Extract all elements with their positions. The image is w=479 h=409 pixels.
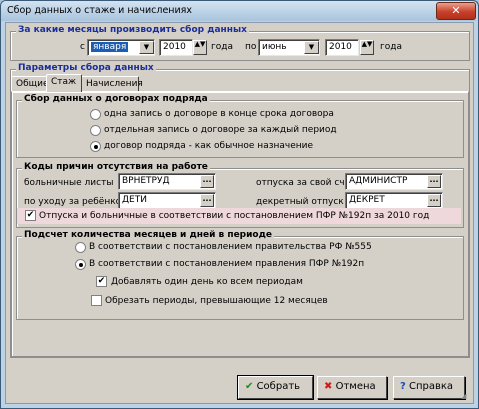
sick-label: больничные листы [24, 178, 114, 188]
ellipsis-icon[interactable]: ... [200, 175, 214, 188]
cross-icon: ✖ [324, 381, 333, 392]
child-care-label: по уходу за ребёнком [24, 197, 128, 207]
tab-general[interactable]: Общие [11, 76, 49, 92]
close-button[interactable]: ✕ [436, 2, 476, 20]
from-year-input[interactable]: 2010 [159, 39, 193, 56]
ellipsis-icon[interactable]: ... [200, 194, 214, 207]
periods-legend: Подсчет количества месяцев и дней в пери… [22, 230, 274, 240]
add-day-label: Добавлять один день ко всем периодам [111, 277, 303, 287]
radio-contract-each[interactable] [90, 125, 101, 136]
maternity-label: декретный отпуск [256, 197, 344, 207]
to-year-input[interactable]: 2010 [325, 39, 359, 56]
check-icon: ✔ [245, 381, 254, 392]
to-label: по [245, 42, 257, 52]
resize-grip-icon[interactable]: ◢ [461, 392, 471, 402]
help-button[interactable]: ? Справка [393, 376, 465, 399]
cancel-label: Отмена [335, 381, 376, 392]
from-label: с [80, 42, 85, 52]
help-icon: ? [400, 381, 406, 392]
contracts-legend: Сбор данных о договорах подряда [22, 94, 210, 104]
year-label-2: года [380, 42, 402, 52]
pfr-check-label: Отпуска и больничные в соответствии с по… [39, 211, 430, 221]
absence-legend: Коды причин отсутствия на работе [22, 162, 210, 172]
ellipsis-icon[interactable]: ... [427, 175, 441, 188]
trim-checkbox[interactable] [91, 295, 102, 306]
radio-contract-normal[interactable] [90, 141, 101, 152]
window-title: Сбор данных о стаже и начислениях [7, 5, 193, 16]
period-option-1: В соответствии с постановлением правител… [89, 242, 372, 252]
radio-contract-end[interactable] [90, 109, 101, 120]
from-month-value: января [91, 42, 129, 52]
add-day-checkbox[interactable]: ✔ [96, 276, 107, 287]
from-year-spinner-icon[interactable]: ▲▼ [193, 40, 207, 55]
contract-option-1: одна запись о договоре в конце срока дог… [104, 109, 334, 119]
chevron-down-icon[interactable]: ▼ [139, 41, 154, 54]
trim-label: Обрезать периоды, превышающие 12 месяцев [105, 296, 328, 306]
tab-experience[interactable]: Стаж [46, 74, 82, 92]
radio-period-192[interactable] [75, 259, 86, 270]
year-label-1: года [211, 42, 233, 52]
vacation-label: отпуска за свой счет [256, 178, 356, 188]
help-label: Справка [409, 381, 454, 392]
save-button[interactable]: ✔ Собрать [237, 375, 314, 400]
months-legend: За какие месяцы производить сбор данных [16, 25, 249, 35]
params-legend: Параметры сбора данных [16, 63, 156, 73]
tab-accruals[interactable]: Начисления [81, 76, 143, 92]
contract-option-2: отдельная запись о договоре за каждый пе… [104, 125, 337, 135]
radio-period-555[interactable] [75, 242, 86, 253]
pfr-checkbox[interactable]: ✔ [25, 210, 36, 221]
chevron-down-icon[interactable]: ▼ [304, 41, 319, 54]
period-option-2: В соответствии с постановлением правлени… [89, 259, 365, 269]
ellipsis-icon[interactable]: ... [427, 194, 441, 207]
contract-option-3: договор подряда - как обычное назначение [104, 141, 314, 151]
to-year-spinner-icon[interactable]: ▲▼ [360, 40, 374, 55]
cancel-button[interactable]: ✖ Отмена [317, 376, 387, 399]
save-label: Собрать [256, 381, 301, 392]
